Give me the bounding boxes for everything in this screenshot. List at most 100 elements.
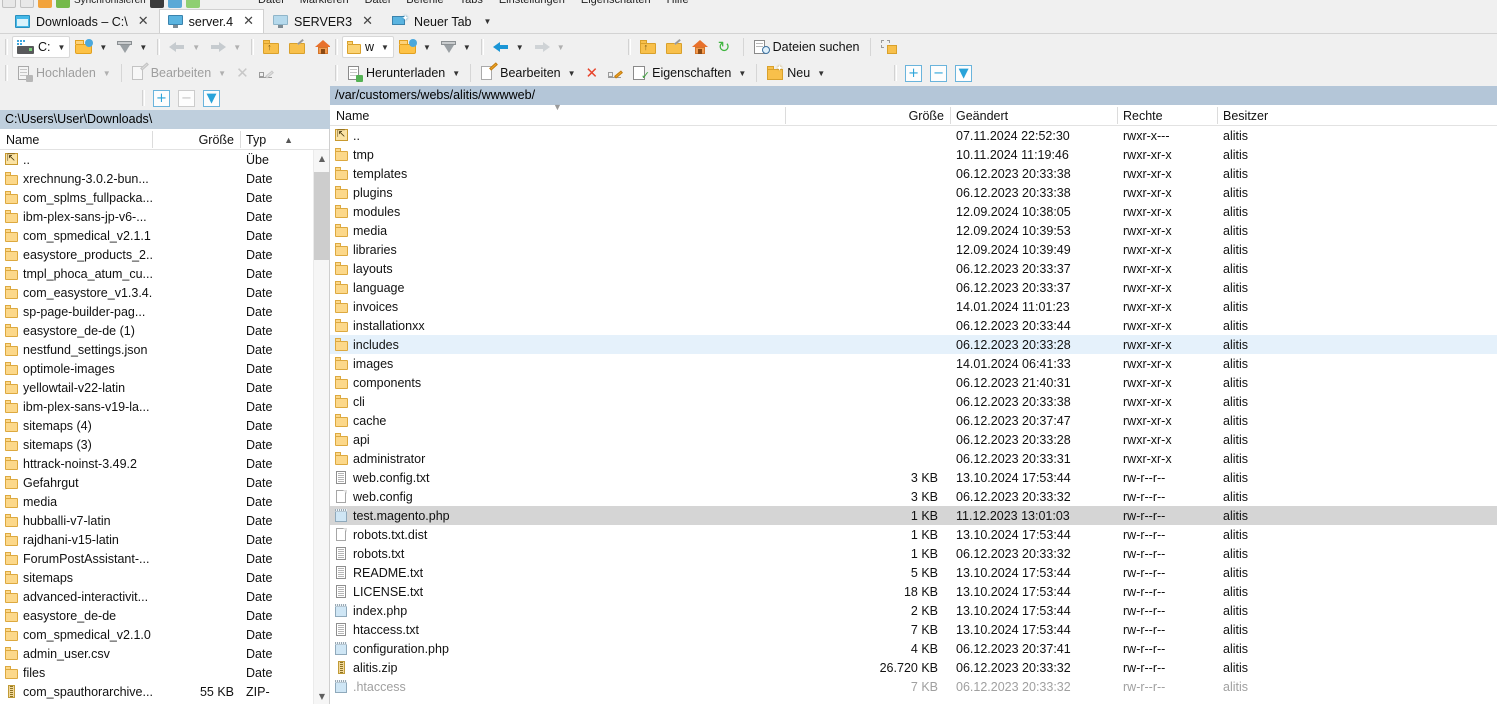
table-row[interactable]: easystore_de-de Date — [0, 606, 329, 625]
table-row[interactable]: .htaccess 7 KB 06.12.2023 20:33:32 rw-r--r-… — [330, 677, 1497, 696]
scroll-thumb[interactable] — [314, 172, 330, 260]
table-row[interactable]: tmp 10.11.2024 11:19:46 rwxr-xr-x alitis — [330, 145, 1497, 164]
column-header-changed[interactable]: Geändert — [950, 105, 1117, 126]
local-vertical-scrollbar[interactable]: ▲ ▼ — [313, 150, 330, 704]
table-row[interactable]: ForumPostAssistant-... Date — [0, 549, 329, 568]
refresh-button[interactable]: ↻ — [713, 36, 738, 58]
column-header-size[interactable]: Größe — [785, 105, 950, 126]
chevron-down-icon[interactable]: ▼ — [452, 69, 460, 78]
remote-path-bar[interactable]: /var/customers/webs/alitis/wwwweb/ — [330, 86, 1497, 105]
toolbar-grip[interactable] — [479, 38, 486, 56]
table-row[interactable]: plugins 06.12.2023 20:33:38 rwxr-xr-x aliti… — [330, 183, 1497, 202]
table-row[interactable]: includes 06.12.2023 20:33:28 rwxr-xr-x alit… — [330, 335, 1497, 354]
table-row[interactable]: layouts 06.12.2023 20:33:37 rwxr-xr-x aliti… — [330, 259, 1497, 278]
table-row[interactable]: admin_user.csv Date — [0, 644, 329, 663]
new-folder-button[interactable] — [661, 36, 687, 58]
toolbar-grip[interactable] — [626, 38, 633, 56]
home-directory-button[interactable] — [687, 36, 713, 58]
table-row[interactable]: httrack-noinst-3.49.2 Date — [0, 454, 329, 473]
rename-button[interactable] — [603, 62, 628, 84]
table-row[interactable]: htaccess.txt 7 KB 13.10.2024 17:53:44 rw-r-… — [330, 620, 1497, 639]
select-add-button[interactable]: + — [153, 89, 170, 107]
table-row[interactable]: optimole-images Date — [0, 359, 329, 378]
table-row[interactable]: files Date — [0, 663, 329, 682]
chevron-down-icon[interactable]: ▼ — [233, 43, 241, 52]
table-row[interactable]: sp-page-builder-pag... Date — [0, 302, 329, 321]
table-row[interactable]: robots.txt 1 KB 06.12.2023 20:33:32 rw-r--r… — [330, 544, 1497, 563]
download-button[interactable]: Herunterladen ▼ — [342, 62, 465, 84]
table-row[interactable]: api 06.12.2023 20:33:28 rwxr-xr-x alitis — [330, 430, 1497, 449]
chevron-down-icon[interactable]: ▼ — [103, 69, 111, 78]
remote-session-icon[interactable] — [167, 0, 182, 8]
tab-server4[interactable]: server.4 ✕ — [158, 9, 264, 33]
chevron-down-icon[interactable]: ▼ — [568, 69, 576, 78]
table-row[interactable]: web.config 3 KB 06.12.2023 20:33:32 rw-r--r… — [330, 487, 1497, 506]
table-row[interactable]: ibm-plex-sans-v19-la... Date — [0, 397, 329, 416]
open-session-icon[interactable] — [20, 0, 34, 8]
select-add-button[interactable]: + — [905, 64, 923, 82]
column-header-rights[interactable]: Rechte — [1117, 105, 1217, 126]
chevron-down-icon[interactable]: ▼ — [738, 69, 746, 78]
drive-select-button[interactable]: C: ▼ — [12, 36, 71, 58]
edit-button[interactable]: Bearbeiten ▼ — [476, 62, 580, 84]
new-session-icon[interactable] — [2, 0, 16, 8]
new-button[interactable]: ✦ Neu ▼ — [762, 62, 830, 84]
table-row[interactable]: easystore_products_2... Date — [0, 245, 329, 264]
chevron-down-icon[interactable]: ▼ — [192, 43, 200, 52]
table-row[interactable]: test.magento.php 1 KB 11.12.2023 13:01:03 r… — [330, 506, 1497, 525]
table-row[interactable]: alitis.zip 26.720 KB 06.12.2023 20:33:32 rw… — [330, 658, 1497, 677]
find-files-button[interactable]: Dateien suchen — [749, 36, 865, 58]
delete-button[interactable]: ✕ — [581, 62, 604, 84]
table-row[interactable]: yellowtail-v22-latin Date — [0, 378, 329, 397]
delete-button[interactable]: ✕ — [231, 62, 254, 84]
toolbar-grip[interactable] — [892, 64, 899, 82]
toolbar-grip[interactable] — [249, 38, 256, 56]
properties-button[interactable]: ✓ Eigenschaften ▼ — [628, 62, 751, 84]
chevron-down-icon[interactable]: ▼ — [516, 43, 524, 52]
table-row[interactable]: invoices 14.01.2024 11:01:23 rwxr-xr-x alit… — [330, 297, 1497, 316]
toolbar-grip[interactable] — [333, 38, 340, 56]
table-row[interactable]: administrator 06.12.2023 20:33:31 rwxr-xr-… — [330, 449, 1497, 468]
toolbar-grip[interactable] — [140, 89, 147, 107]
chevron-down-icon[interactable]: ▼ — [463, 43, 471, 52]
column-header-size[interactable]: Größe — [152, 129, 240, 150]
tab-downloads[interactable]: Downloads – C:\ ✕ — [6, 9, 159, 33]
open-directory-button[interactable]: ▼ — [70, 36, 112, 58]
toolbar-grip[interactable] — [3, 64, 10, 82]
tab-new[interactable]: ✦ Neuer Tab ▼ — [383, 9, 502, 33]
sync-browse-icon[interactable] — [38, 0, 52, 8]
select-mask-button[interactable]: ▼ — [955, 64, 973, 82]
table-row[interactable]: cli 06.12.2023 20:33:38 rwxr-xr-x alitis — [330, 392, 1497, 411]
menu-item-datei[interactable]: Datei — [258, 0, 284, 6]
back-button[interactable]: ▼ — [488, 36, 529, 58]
menu-item-tabs[interactable]: Tabs — [460, 0, 483, 6]
pageant-icon[interactable] — [185, 0, 200, 8]
parent-directory-button[interactable]: ↑ — [258, 36, 284, 58]
table-row[interactable]: language 06.12.2023 20:33:37 rwxr-xr-x alit… — [330, 278, 1497, 297]
table-row[interactable]: hubballi-v7-latin Date — [0, 511, 329, 530]
toolbar-grip[interactable] — [155, 38, 162, 56]
chevron-down-icon[interactable]: ▼ — [557, 43, 565, 52]
close-icon[interactable]: ✕ — [243, 14, 254, 29]
table-row[interactable]: sitemaps Date — [0, 568, 329, 587]
column-header-name[interactable]: Name ▼ — [330, 102, 785, 126]
table-row[interactable]: rajdhani-v15-latin Date — [0, 530, 329, 549]
table-row[interactable]: nestfund_settings.json Date — [0, 340, 329, 359]
filter-button[interactable]: ▼ — [112, 36, 152, 58]
parent-directory-button[interactable]: ↑ — [635, 36, 661, 58]
table-row[interactable]: media Date — [0, 492, 329, 511]
back-button[interactable]: ▼ — [164, 36, 205, 58]
scroll-up-icon[interactable]: ▲ — [314, 150, 330, 166]
table-row[interactable]: LICENSE.txt 18 KB 13.10.2024 17:53:44 rw-r-… — [330, 582, 1497, 601]
local-path-bar[interactable]: C:\Users\User\Downloads\ — [0, 110, 330, 129]
console-icon[interactable] — [149, 0, 164, 8]
remote-file-list[interactable]: ⇱.. 07.11.2024 22:52:30 rwxr-x--- alitis tmp… — [330, 126, 1497, 704]
filter-button[interactable]: ▼ — [436, 36, 476, 58]
table-row[interactable]: easystore_de-de (1) Date — [0, 321, 329, 340]
synchronize-icon[interactable] — [56, 0, 70, 8]
compare-directories-button[interactable] — [876, 36, 902, 58]
forward-button[interactable]: ▼ — [529, 36, 570, 58]
select-remove-button[interactable]: − — [930, 64, 948, 82]
table-row[interactable]: configuration.php 4 KB 06.12.2023 20:37:41… — [330, 639, 1497, 658]
table-row[interactable]: Gefahrgut Date — [0, 473, 329, 492]
